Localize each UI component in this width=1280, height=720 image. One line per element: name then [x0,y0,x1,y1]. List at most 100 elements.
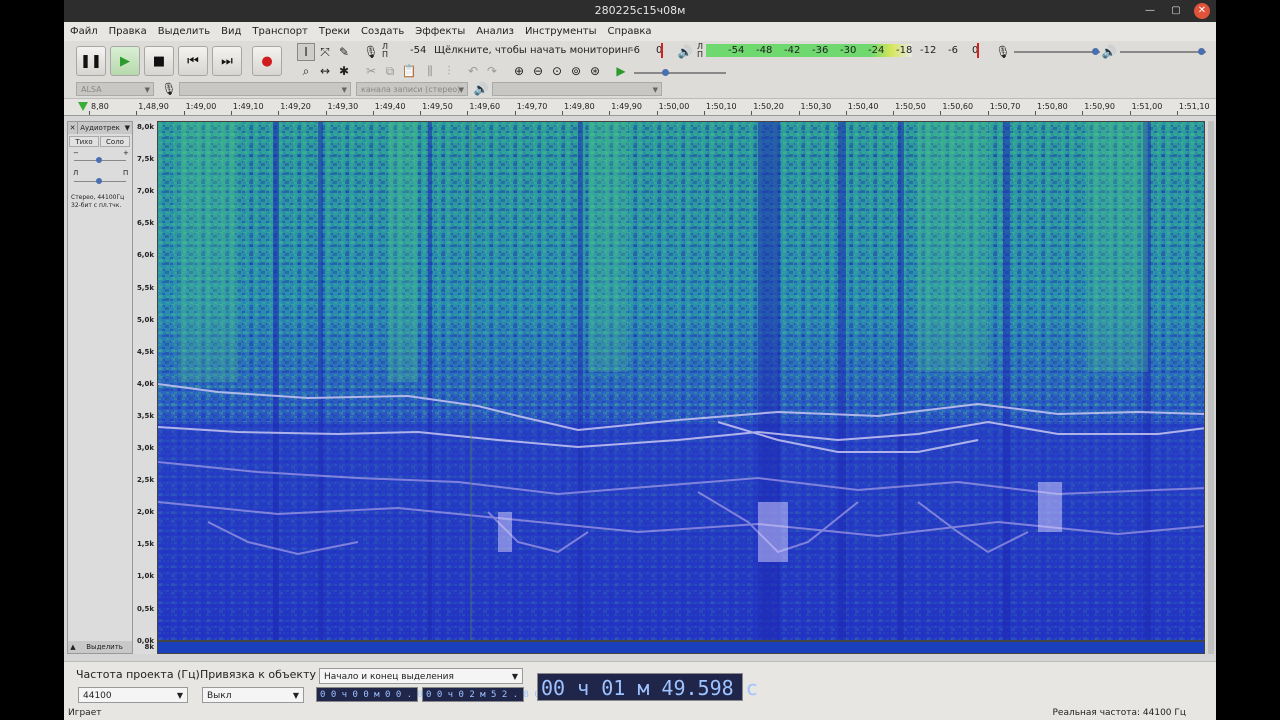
playback-device-select[interactable]: ▼ [492,82,662,96]
frequency-tick-label: 5,0k [136,315,154,324]
solo-button[interactable]: Соло [100,136,130,147]
menu-effects[interactable]: Эффекты [415,26,465,37]
ruler-mark [89,111,90,115]
redo-icon[interactable]: ↷ [483,62,501,80]
skip-start-button[interactable]: ⏮ [178,46,208,76]
playback-volume-knob[interactable] [1198,48,1205,55]
select-track-button[interactable]: Выделить [86,643,123,651]
menu-edit[interactable]: Правка [109,26,147,37]
zoom-out-icon[interactable]: ⊖ [529,62,547,80]
menu-transport[interactable]: Транспорт [252,26,307,37]
chevron-down-icon: ▼ [176,691,183,700]
spectrogram-view[interactable] [157,121,1205,641]
selection-tool-icon[interactable]: I [297,43,315,61]
multi-tool-icon[interactable]: ✱ [335,62,353,80]
play-meter-12: -12 [920,45,937,56]
project-rate-label: Частота проекта (Гц) [76,668,200,681]
track-name[interactable]: Аудиотрек [80,124,120,132]
zoom-toggle-icon[interactable]: ⊛ [586,62,604,80]
timeshift-tool-icon[interactable]: ↔ [316,62,334,80]
ruler-mark [609,111,611,115]
trim-icon[interactable]: ⫼ [421,62,439,80]
ruler-mark [987,111,989,115]
cut-icon[interactable]: ✂ [362,62,380,80]
envelope-tool-icon[interactable]: ⤧ [316,43,334,61]
selection-mode-select[interactable]: Начало и конец выделения ▼ [319,668,523,684]
chevron-down-icon: ▼ [292,691,299,700]
play-peak-indicator [977,43,979,58]
record-volume-icon: 🎙 [995,45,1011,59]
record-volume-slider[interactable] [1014,51,1100,53]
chevron-down-icon: ▼ [652,86,658,94]
frequency-tick-label: 1,0k [136,572,154,581]
rec-peak-indicator [661,43,663,58]
mic-icon: 🎙 [363,45,379,59]
menu-tools[interactable]: Инструменты [525,26,597,37]
menu-tracks[interactable]: Треки [319,26,350,37]
menu-help[interactable]: Справка [608,26,652,37]
chevron-down-icon: ▼ [144,86,150,94]
recording-device-select[interactable]: ▼ [179,82,351,96]
fit-project-icon[interactable]: ⊚ [567,62,585,80]
play-button[interactable]: ▶ [110,46,140,76]
device-toolbar: ALSA ▼ 🎙 ▼ канала записи (стерео) ▼ 🔊 ▼ [64,80,1216,98]
frequency-tick-label: 6,0k [136,251,154,260]
frequency-tick-label: 7,5k [136,155,154,164]
audio-host-select[interactable]: ALSA ▼ [76,82,154,96]
minimize-icon[interactable]: — [1142,3,1158,19]
play-at-speed-icon[interactable]: ▶ [612,62,630,80]
undo-icon[interactable]: ↶ [464,62,482,80]
record-volume-knob[interactable] [1092,48,1099,55]
frequency-tick-label: 0,5k [136,604,154,613]
track-menu-chevron-icon[interactable]: ▼ [125,122,130,134]
record-button[interactable]: ● [252,46,282,76]
menu-analyze[interactable]: Анализ [476,26,514,37]
track-close-icon[interactable]: ✕ [68,122,78,134]
rec-meter-hint[interactable]: Щёлкните, чтобы начать мониторинг [434,45,633,56]
play-meter-24: -24 [868,45,885,56]
menu-select[interactable]: Выделить [158,26,210,37]
play-meter-30: -30 [840,45,857,56]
pan-knob[interactable] [96,178,102,184]
collapse-track-icon[interactable]: ▲ [68,641,78,653]
ruler-mark [845,111,847,115]
maximize-icon[interactable]: ▢ [1168,3,1184,19]
close-icon[interactable]: ✕ [1194,3,1210,19]
play-speed-knob[interactable] [662,69,669,76]
chevron-down-icon: ▼ [341,86,347,94]
copy-icon[interactable]: ⧉ [381,62,399,80]
stop-button[interactable]: ■ [144,46,174,76]
pause-button[interactable]: ❚❚ [76,46,106,76]
silence-icon[interactable]: ⫶ [440,62,458,80]
audio-position-time[interactable]: 00 ч 01 м 49.598 с [537,673,758,701]
playback-volume-slider[interactable] [1120,51,1206,53]
zoom-in-icon[interactable]: ⊕ [510,62,528,80]
zoom-tool-icon[interactable]: ⌕ [297,62,315,80]
skip-end-icon: ⏭ [221,53,233,69]
menu-bar: Файл Правка Выделить Вид Транспорт Треки… [64,22,1216,41]
vertical-scrollbar[interactable] [1208,121,1214,654]
timeline-ruler[interactable]: 8,80 1,48,90 1:49,00 1:49,10 1:49,20 1:49,30 1… [64,99,1216,116]
selection-start-time[interactable]: 0 0 ч 0 0 м 0 0 . 0 0 0 с [316,687,455,702]
selection-end-time[interactable]: 0 0 ч 0 2 м 5 2 . 8 0 0 с [422,687,561,702]
menu-file[interactable]: Файл [70,26,98,37]
gain-knob[interactable] [96,157,102,163]
recording-channels-select[interactable]: канала записи (стерео) ▼ [356,82,468,96]
frequency-tick-label: 1,5k [136,540,154,549]
mute-button[interactable]: Тихо [69,136,99,147]
chevron-down-icon: ▼ [511,672,518,681]
project-rate-select[interactable]: 44100 ▼ [78,687,188,703]
menu-generate[interactable]: Создать [361,26,404,37]
skip-end-button[interactable]: ⏭ [212,46,242,76]
play-speed-slider[interactable] [634,72,726,74]
play-head-marker-icon[interactable] [78,102,88,111]
ruler-tick-label: 1:49,90 [611,102,642,111]
menu-view[interactable]: Вид [221,26,241,37]
fit-selection-icon[interactable]: ⊙ [548,62,566,80]
track-header[interactable]: ✕ Аудиотрек ▼ [68,122,132,134]
draw-tool-icon[interactable]: ✎ [335,43,353,61]
snap-select[interactable]: Выкл ▼ [202,687,304,703]
paste-icon[interactable]: 📋 [400,62,418,80]
ruler-tick-label: 1:51,00 [1131,102,1163,111]
stop-icon: ■ [152,53,166,69]
